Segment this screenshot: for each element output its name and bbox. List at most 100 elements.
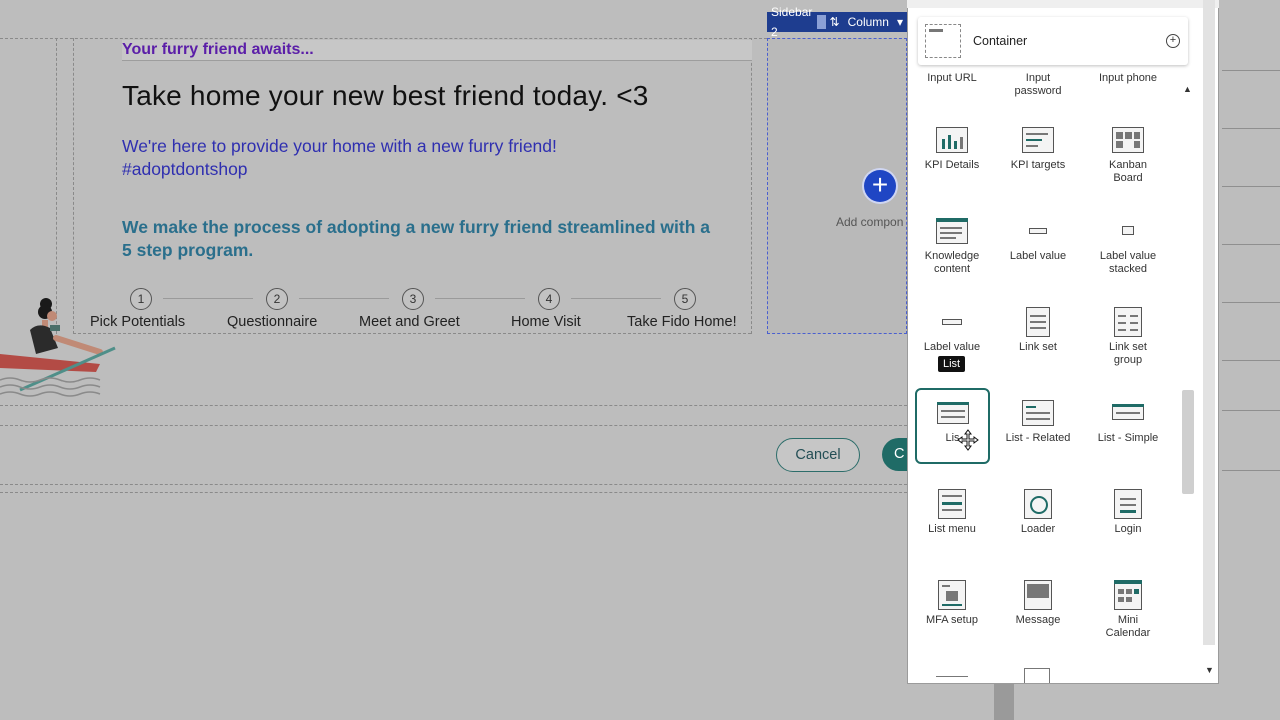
component-message[interactable]: Message <box>996 580 1080 627</box>
sidebar-region-name: Sidebar 2 <box>771 5 813 39</box>
sidebar-region-chip[interactable]: Sidebar 2 ⇅ Column ▾ <box>767 5 907 39</box>
intro-paragraph[interactable]: We're here to provide your home with a n… <box>122 135 722 181</box>
step-number: 1 <box>130 288 152 310</box>
icon-bar <box>1130 322 1138 324</box>
component-label: List menu <box>928 523 976 535</box>
step-connector <box>163 298 253 299</box>
component-label-value-stacked[interactable]: Label value stacked <box>1086 216 1170 276</box>
step-number: 2 <box>266 288 288 310</box>
scroll-down-icon[interactable]: ▼ <box>1205 665 1214 675</box>
component-label: Kanban Board <box>1109 159 1147 184</box>
process-line: 5 step program. <box>122 240 254 260</box>
component-list-simple[interactable]: List - Simple <box>1086 398 1170 445</box>
component-kpi-targets[interactable]: KPI targets <box>996 125 1080 172</box>
label-value-icon <box>1020 216 1056 246</box>
chevron-down-icon[interactable]: ▾ <box>893 12 907 32</box>
component-mfa-setup[interactable]: MFA setup <box>910 580 994 627</box>
component-mini-calendar[interactable]: Mini Calendar <box>1086 580 1170 640</box>
icon-bar <box>1112 404 1144 407</box>
component-label: KPI targets <box>1010 159 1066 171</box>
component-list[interactable]: Lis <box>915 388 990 464</box>
component-label: List - Simple <box>1097 432 1159 444</box>
icon-frame <box>942 319 962 325</box>
icon-bar <box>1030 315 1046 317</box>
component-knowledge-content[interactable]: Knowledge content <box>910 216 994 276</box>
layout-guide <box>0 492 907 493</box>
list-menu-icon <box>934 489 970 519</box>
component-list-related[interactable]: List - Related <box>996 398 1080 445</box>
icon-bar <box>1120 510 1136 513</box>
kanban-board-icon <box>1110 125 1146 155</box>
label-value-stacked-icon <box>1110 216 1146 246</box>
chip-divider <box>816 15 826 29</box>
layout-guide <box>751 38 752 334</box>
layout-guide <box>73 333 751 334</box>
component-list-scrollbar[interactable] <box>1180 80 1196 648</box>
component-login[interactable]: Login <box>1086 489 1170 536</box>
component-link-set[interactable]: Link set <box>996 307 1080 354</box>
list-simple-icon <box>1110 398 1146 428</box>
component-link-set-group[interactable]: Link set group <box>1086 307 1170 367</box>
component-input-password[interactable]: Input password <box>996 66 1080 98</box>
icon-bar <box>1134 132 1140 139</box>
background-line <box>1222 186 1280 187</box>
scroll-up-icon[interactable]: ▲ <box>1183 84 1192 94</box>
background-line <box>1222 360 1280 361</box>
icon-bar <box>1026 406 1036 408</box>
mfa-setup-icon <box>934 580 970 610</box>
icon-bar <box>1116 141 1123 148</box>
icon-bar <box>1027 584 1049 598</box>
icon-bar <box>1130 315 1138 317</box>
panel-scroll-thumb[interactable] <box>1203 0 1215 645</box>
background-line <box>1222 70 1280 71</box>
page-headline[interactable]: Take home your new best friend today. <3 <box>122 80 649 112</box>
component-label-value[interactable]: Label value <box>996 216 1080 263</box>
layout-direction-icon[interactable]: ⇅ <box>826 12 844 32</box>
cancel-button[interactable]: Cancel <box>776 438 860 472</box>
icon-bar <box>1120 504 1136 506</box>
icon-bar <box>1134 589 1139 594</box>
icon-bar <box>1118 315 1126 317</box>
icon-bar <box>1026 133 1048 135</box>
step-connector <box>435 298 525 299</box>
kpi-targets-icon <box>1020 125 1056 155</box>
layout-guide <box>0 484 907 485</box>
process-paragraph[interactable]: We make the process of adopting a new fu… <box>122 216 752 262</box>
icon-bar <box>942 509 962 511</box>
step-number: 5 <box>674 288 696 310</box>
component-partial-row <box>936 676 968 683</box>
login-icon <box>1110 489 1146 519</box>
kicker-text[interactable]: Your furry friend awaits... <box>122 41 314 59</box>
component-kpi-details[interactable]: KPI Details <box>910 125 994 172</box>
icon-bar <box>940 227 962 229</box>
icon-bar <box>942 139 945 149</box>
component-label-value-inline[interactable]: Label value <box>910 307 994 354</box>
add-component-button[interactable]: + <box>864 170 896 202</box>
icon-bar <box>1118 329 1126 331</box>
component-label: Link set group <box>1109 341 1147 366</box>
component-loader[interactable]: Loader <box>996 489 1080 536</box>
container-icon <box>925 24 961 58</box>
icon-bar <box>940 410 965 412</box>
background-line <box>1222 302 1280 303</box>
component-label: Label value stacked <box>1099 250 1157 275</box>
icon-frame <box>1122 226 1134 235</box>
icon-bar <box>942 585 950 587</box>
layout-direction-label[interactable]: Column <box>844 12 893 32</box>
component-input-phone[interactable]: Input phone <box>1086 66 1170 85</box>
icon-frame <box>936 127 968 153</box>
add-container-icon[interactable]: + <box>1166 34 1180 48</box>
component-list-menu[interactable]: List menu <box>910 489 994 536</box>
icon-bar <box>1120 498 1136 500</box>
step-connector <box>299 298 389 299</box>
component-partial-row <box>1024 668 1050 683</box>
component-list-scroll-thumb[interactable] <box>1182 390 1194 494</box>
icon-bar <box>1118 322 1126 324</box>
component-kanban-board[interactable]: Kanban Board <box>1086 125 1170 185</box>
component-input-url[interactable]: Input URL <box>910 66 994 85</box>
message-icon <box>1020 580 1056 610</box>
icon-bar <box>1118 589 1124 594</box>
loader-ring <box>1030 496 1048 514</box>
container-component-card[interactable]: Container + <box>918 17 1188 65</box>
component-label: Input URL <box>927 72 977 84</box>
